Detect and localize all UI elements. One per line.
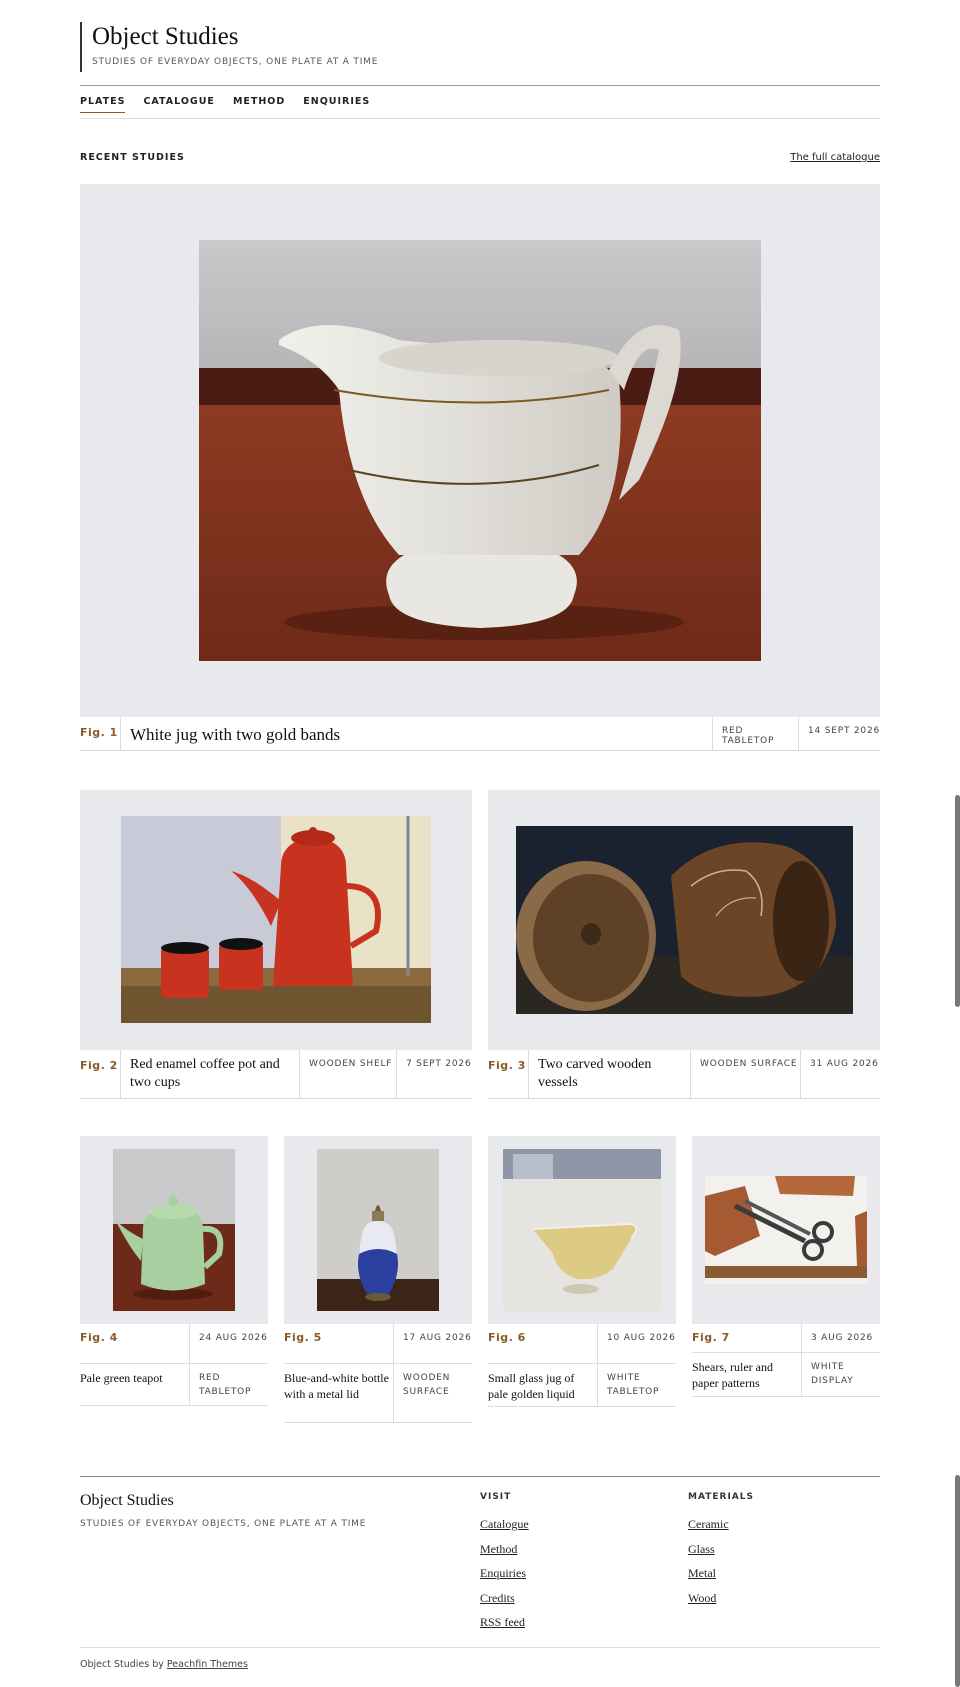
plate-7-photo[interactable] [705,1176,867,1284]
footer-title[interactable]: Object Studies [80,1492,174,1510]
plate-6-photo[interactable] [503,1149,661,1311]
nav-catalogue[interactable]: CATALOGUE [143,96,214,113]
footer-link-enquiries[interactable]: Enquiries [480,1561,529,1586]
footer-link-method[interactable]: Method [480,1537,529,1562]
plate-6-fig: Fig. 6 [488,1324,598,1363]
plate-7-title[interactable]: Shears, ruler and paper patterns [692,1353,802,1396]
plate-1-title[interactable]: White jug with two gold bands [121,717,712,750]
blue-bottle-image [317,1149,439,1311]
nav-method[interactable]: METHOD [233,96,285,113]
plate-2-date: 7 SEPT 2026 [396,1050,472,1098]
plate-5-title[interactable]: Blue-and-white bottle with a metal lid [284,1364,394,1422]
plate-4-photo[interactable] [113,1149,235,1311]
nav-rule [80,118,880,119]
header-rule [80,85,880,86]
scrollbar-thumb-lower[interactable] [955,1475,960,1687]
footer-tagline: STUDIES OF EVERYDAY OBJECTS, ONE PLATE A… [80,1519,367,1529]
plate-1-photo[interactable] [199,240,761,661]
plate-5-fig: Fig. 5 [284,1324,394,1363]
section-header: RECENT STUDIES The full catalogue [80,152,880,163]
glass-jug-image [503,1149,661,1311]
plate-4-date: 24 AUG 2026 [199,1333,268,1343]
plate-4-caption-bottom: Pale green teapot RED TABLETOP [80,1364,268,1406]
main-nav: PLATES CATALOGUE METHOD ENQUIRIES [80,96,370,113]
plate-4-title[interactable]: Pale green teapot [80,1364,190,1405]
red-coffee-pot-image [121,816,431,1023]
wooden-vessels-image [516,826,853,1014]
footer-rule [80,1476,880,1477]
white-jug-image [199,240,761,661]
plate-4-caption-top: Fig. 4 24 AUG 2026 [80,1324,268,1364]
plate-2-surface: WOODEN SHELF [299,1050,396,1098]
plate-7-caption-top: Fig. 7 3 AUG 2026 [692,1324,880,1353]
plate-5-caption-top: Fig. 5 17 AUG 2026 [284,1324,472,1364]
footer-link-metal[interactable]: Metal [688,1561,754,1586]
footer-bottom-rule [80,1647,880,1648]
site-title[interactable]: Object Studies [92,22,880,51]
footer-visit-column: VISIT Catalogue Method Enquiries Credits… [480,1492,529,1635]
plate-5-caption-bottom: Blue-and-white bottle with a metal lid W… [284,1364,472,1423]
plate-4-fig: Fig. 4 [80,1324,190,1363]
plate-7-date: 3 AUG 2026 [811,1333,874,1343]
full-catalogue-link[interactable]: The full catalogue [790,152,880,163]
plate-6-date: 10 AUG 2026 [607,1333,676,1343]
plate-2-photo[interactable] [121,816,431,1023]
plate-7-surface: WHITE DISPLAY [811,1362,854,1386]
nav-plates[interactable]: PLATES [80,96,126,113]
plate-3-title[interactable]: Two carved wooden vessels [529,1050,690,1098]
credit-link[interactable]: Peachfin Themes [167,1659,248,1670]
scrollbar-thumb[interactable] [955,795,960,1007]
plate-5-surface: WOODEN SURFACE [403,1373,451,1397]
footer-link-wood[interactable]: Wood [688,1586,754,1611]
footer-link-rss[interactable]: RSS feed [480,1610,529,1635]
plate-3-surface: WOODEN SURFACE [690,1050,800,1098]
plate-6-caption-bottom: Small glass jug of pale golden liquid WH… [488,1364,676,1407]
footer-link-ceramic[interactable]: Ceramic [688,1512,754,1537]
plate-3-date: 31 AUG 2026 [800,1050,880,1098]
plate-1-date: 14 SEPT 2026 [798,717,880,750]
plate-4-surface: RED TABLETOP [199,1373,252,1397]
green-teapot-image [113,1149,235,1311]
plate-6-caption-top: Fig. 6 10 AUG 2026 [488,1324,676,1364]
plate-1-caption: Fig. 1 White jug with two gold bands RED… [80,717,880,751]
plate-2-caption: Fig. 2 Red enamel coffee pot and two cup… [80,1050,472,1099]
plate-6-surface: WHITE TABLETOP [607,1373,660,1397]
footer-materials-heading: MATERIALS [688,1492,754,1502]
nav-enquiries[interactable]: ENQUIRIES [303,96,370,113]
plate-5-photo[interactable] [317,1149,439,1311]
plate-2-fig: Fig. 2 [80,1050,121,1098]
footer-visit-heading: VISIT [480,1492,512,1502]
footer-credit: Object Studies by Peachfin Themes [80,1659,248,1670]
plate-6-title[interactable]: Small glass jug of pale golden liquid [488,1364,598,1406]
plate-7-caption-bottom: Shears, ruler and paper patterns WHITE D… [692,1353,880,1397]
site-header: Object Studies STUDIES OF EVERYDAY OBJEC… [80,22,880,72]
plate-3-photo[interactable] [516,826,853,1014]
section-label: RECENT STUDIES [80,152,185,163]
footer-link-catalogue[interactable]: Catalogue [480,1512,529,1537]
plate-1-fig: Fig. 1 [80,717,121,750]
plate-3-fig: Fig. 3 [488,1050,529,1098]
site-tagline: STUDIES OF EVERYDAY OBJECTS, ONE PLATE A… [92,57,379,67]
footer-materials-column: MATERIALS Ceramic Glass Metal Wood [688,1492,754,1610]
plate-1-surface: RED TABLETOP [712,717,798,750]
footer-link-glass[interactable]: Glass [688,1537,754,1562]
credit-prefix: Object Studies by [80,1659,164,1670]
plate-7-fig: Fig. 7 [692,1324,802,1352]
plate-5-date: 17 AUG 2026 [403,1333,472,1343]
footer-link-credits[interactable]: Credits [480,1586,529,1611]
plate-2-title[interactable]: Red enamel coffee pot and two cups [121,1050,299,1098]
plate-3-caption: Fig. 3 Two carved wooden vessels WOODEN … [488,1050,880,1099]
shears-ruler-image [705,1176,867,1284]
